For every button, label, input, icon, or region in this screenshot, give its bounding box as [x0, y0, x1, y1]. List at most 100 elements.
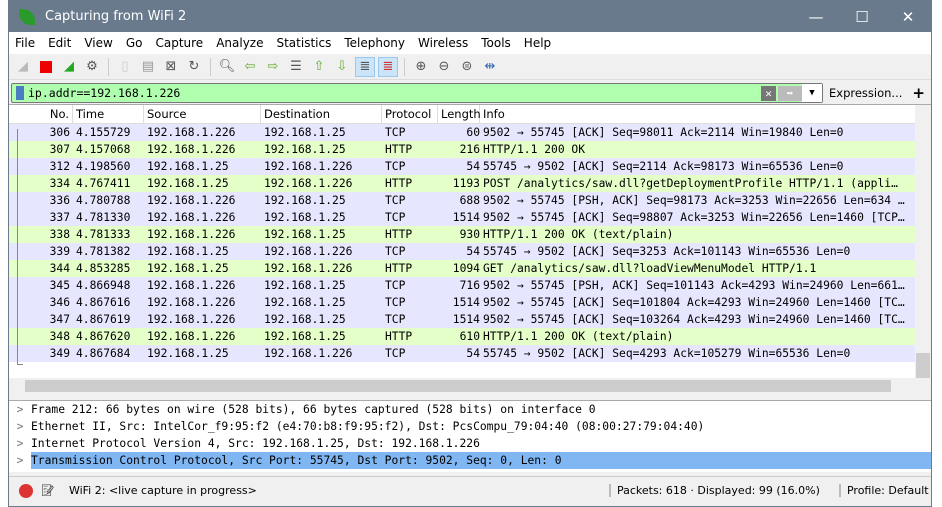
packet-cell: 55745 → 9502 [ACK] Seq=3253 Ack=101143 W…: [483, 245, 851, 258]
expert-info-icon[interactable]: [19, 483, 33, 498]
wireshark-logo-icon: [19, 8, 35, 25]
first-packet-icon[interactable]: ⇧: [309, 57, 329, 77]
packet-row[interactable]: 345 4.866948 192.168.1.226 192.168.1.25 TCP 7…: [9, 277, 931, 294]
start-capture-icon[interactable]: ◢: [13, 57, 33, 77]
packet-row[interactable]: 337 4.781330 192.168.1.226 192.168.1.25 TCP 1…: [9, 209, 931, 226]
packet-cell: 192.168.1.25: [147, 245, 229, 258]
reload-icon[interactable]: ↻: [184, 57, 204, 77]
minimize-button[interactable]: —: [793, 8, 839, 26]
packet-row[interactable]: 307 4.157068 192.168.1.226 192.168.1.25 HTTP…: [9, 141, 931, 158]
packet-row[interactable]: 312 4.198560 192.168.1.25 192.168.1.226 TCP 5…: [9, 158, 931, 175]
packet-cell: 192.168.1.226: [147, 296, 236, 309]
desktop-background: [0, 0, 8, 507]
go-back-icon[interactable]: ⇦: [240, 57, 260, 77]
menu-edit[interactable]: Edit: [48, 36, 71, 50]
packet-cell: 192.168.1.226: [264, 160, 353, 173]
apply-filter-icon[interactable]: ➡: [778, 85, 802, 101]
maximize-button[interactable]: ☐: [839, 8, 885, 26]
column-header-1[interactable]: Time: [73, 104, 144, 124]
detail-tree-item[interactable]: > Ethernet II, Src: IntelCor_f9:95:f2 (e4…: [9, 418, 931, 435]
packet-row[interactable]: 339 4.781382 192.168.1.25 192.168.1.226 TCP 5…: [9, 243, 931, 260]
packet-cell: TCP: [385, 211, 406, 224]
packet-row[interactable]: 344 4.853285 192.168.1.25 192.168.1.226 HTTP…: [9, 260, 931, 277]
expand-chevron-icon[interactable]: >: [9, 435, 31, 452]
detail-tree-item[interactable]: > Frame 212: 66 bytes on wire (528 bits),…: [9, 401, 931, 418]
add-filter-button[interactable]: +: [912, 84, 925, 102]
packet-cell: 55745 → 9502 [ACK] Seq=2114 Ack=98173 Wi…: [483, 160, 844, 173]
find-packet-icon[interactable]: 🔍︎: [217, 57, 237, 77]
go-to-packet-icon[interactable]: ☰: [286, 57, 306, 77]
bookmark-icon[interactable]: [16, 86, 24, 100]
packet-row[interactable]: 346 4.867616 192.168.1.226 192.168.1.25 TCP 1…: [9, 294, 931, 311]
column-header-2[interactable]: Source: [144, 104, 261, 124]
close-file-icon[interactable]: ⊠: [161, 57, 181, 77]
zoom-in-icon[interactable]: ⊕: [411, 57, 431, 77]
expand-chevron-icon[interactable]: >: [9, 418, 31, 435]
expand-chevron-icon[interactable]: >: [9, 401, 31, 418]
packet-row[interactable]: 338 4.781333 192.168.1.226 192.168.1.25 HTTP…: [9, 226, 931, 243]
profile-selector[interactable]: Profile: Default: [838, 484, 929, 497]
packet-row[interactable]: 334 4.767411 192.168.1.25 192.168.1.226 HTTP…: [9, 175, 931, 192]
filter-text[interactable]: ip.addr==192.168.1.226: [28, 86, 761, 100]
column-header-4[interactable]: Protocol: [382, 104, 438, 124]
detail-tree-item[interactable]: > Transmission Control Protocol, Src Port…: [9, 452, 931, 469]
display-filter-input[interactable]: ip.addr==192.168.1.226 ✕ ➡ ▼: [11, 83, 823, 103]
packet-cell: 4.781330: [76, 211, 131, 224]
stop-capture-icon[interactable]: [36, 57, 56, 77]
menu-analyze[interactable]: Analyze: [216, 36, 263, 50]
packet-cell: 9502 → 55745 [PSH, ACK] Seq=98173 Ack=32…: [483, 194, 905, 207]
column-header-5[interactable]: Length: [438, 104, 481, 124]
column-header-3[interactable]: Destination: [261, 104, 382, 124]
packet-row[interactable]: 348 4.867620 192.168.1.226 192.168.1.25 HTTP…: [9, 328, 931, 345]
column-header-6[interactable]: Info: [480, 104, 917, 124]
save-file-icon[interactable]: ▤: [138, 57, 158, 77]
packet-row[interactable]: 349 4.867684 192.168.1.25 192.168.1.226 TCP 5…: [9, 345, 931, 362]
packet-cell: 192.168.1.226: [264, 177, 353, 190]
zoom-out-icon[interactable]: ⊖: [434, 57, 454, 77]
packet-cell: 60: [466, 126, 480, 139]
horizontal-scrollbar[interactable]: [9, 378, 931, 394]
menu-statistics[interactable]: Statistics: [276, 36, 331, 50]
zoom-normal-icon[interactable]: ⊜: [457, 57, 477, 77]
packet-cell: TCP: [385, 194, 406, 207]
packet-cell: GET /analytics/saw.dll?loadViewMenuModel…: [483, 262, 817, 275]
packet-cell: HTTP: [385, 330, 413, 343]
colorize-icon[interactable]: ≣: [378, 56, 398, 77]
resize-columns-icon[interactable]: ⇹: [480, 57, 500, 77]
autoscroll-icon[interactable]: ≣: [355, 56, 375, 77]
filter-history-dropdown[interactable]: ▼: [802, 84, 822, 102]
vertical-scrollbar[interactable]: [915, 105, 931, 379]
menu-file[interactable]: File: [15, 36, 35, 50]
packet-row[interactable]: 306 4.155729 192.168.1.226 192.168.1.25 TCP 6…: [9, 124, 931, 141]
menu-help[interactable]: Help: [524, 36, 551, 50]
packet-cell: 4.781382: [76, 245, 131, 258]
expression-button[interactable]: Expression...: [829, 86, 902, 100]
last-packet-icon[interactable]: ⇩: [332, 57, 352, 77]
menu-capture[interactable]: Capture: [155, 36, 203, 50]
open-file-icon[interactable]: ▯: [115, 57, 135, 77]
packet-cell: 4.867620: [76, 330, 131, 343]
menu-wireless[interactable]: Wireless: [418, 36, 468, 50]
capture-options-icon[interactable]: ⚙: [82, 57, 102, 77]
close-button[interactable]: ✕: [885, 8, 931, 26]
menu-telephony[interactable]: Telephony: [344, 36, 405, 50]
expand-chevron-icon[interactable]: >: [9, 452, 31, 469]
packet-cell: 192.168.1.25: [264, 228, 346, 241]
detail-tree-item[interactable]: > Internet Protocol Version 4, Src: 192.1…: [9, 435, 931, 452]
packet-cell: 192.168.1.226: [264, 245, 353, 258]
packet-row[interactable]: 347 4.867619 192.168.1.226 192.168.1.25 TCP 1…: [9, 311, 931, 328]
menu-go[interactable]: Go: [126, 36, 143, 50]
packet-row[interactable]: 336 4.780788 192.168.1.226 192.168.1.25 TCP 6…: [9, 192, 931, 209]
detail-text: Ethernet II, Src: IntelCor_f9:95:f2 (e4:…: [31, 420, 705, 433]
packet-cell: 1193: [452, 177, 480, 190]
packet-cell: 4.867619: [76, 313, 131, 326]
packet-cell: 192.168.1.25: [147, 347, 229, 360]
restart-capture-icon[interactable]: ◢: [59, 57, 79, 77]
menu-tools[interactable]: Tools: [481, 36, 511, 50]
capture-comment-icon[interactable]: 📝︎: [41, 484, 55, 497]
clear-filter-icon[interactable]: ✕: [761, 85, 776, 101]
window-title: Capturing from WiFi 2: [45, 9, 187, 24]
column-header-0[interactable]: No.: [9, 104, 73, 124]
go-forward-icon[interactable]: ⇨: [263, 57, 283, 77]
menu-view[interactable]: View: [84, 36, 112, 50]
